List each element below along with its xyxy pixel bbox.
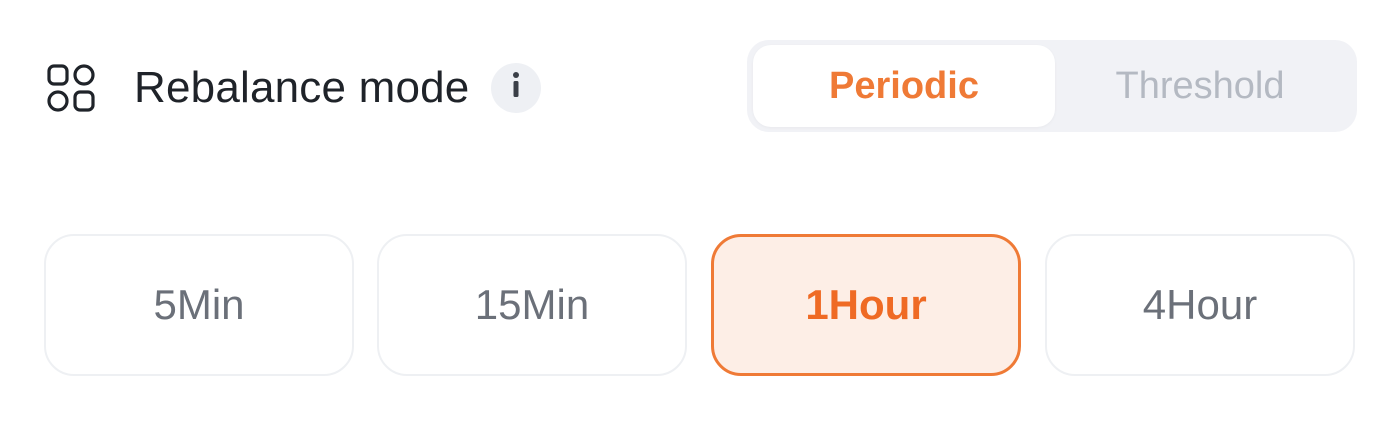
mode-option-periodic[interactable]: Periodic (753, 45, 1055, 127)
interval-option-1hour[interactable]: 1Hour (711, 234, 1021, 376)
mode-option-threshold[interactable]: Threshold (1049, 45, 1351, 127)
interval-option-4hour[interactable]: 4Hour (1045, 234, 1355, 376)
grid-apps-icon (46, 63, 96, 113)
info-icon (506, 71, 526, 104)
rebalance-header: Rebalance mode (46, 40, 542, 135)
mode-toggle: Periodic Threshold (747, 40, 1357, 132)
interval-options: 5Min 15Min 1Hour 4Hour (44, 234, 1356, 376)
interval-option-5min[interactable]: 5Min (44, 234, 354, 376)
interval-option-15min[interactable]: 15Min (377, 234, 687, 376)
info-button[interactable] (491, 62, 542, 113)
rebalance-mode-panel: Rebalance mode Periodic Threshold 5Min 1… (0, 0, 1400, 428)
page-title: Rebalance mode (134, 62, 470, 112)
